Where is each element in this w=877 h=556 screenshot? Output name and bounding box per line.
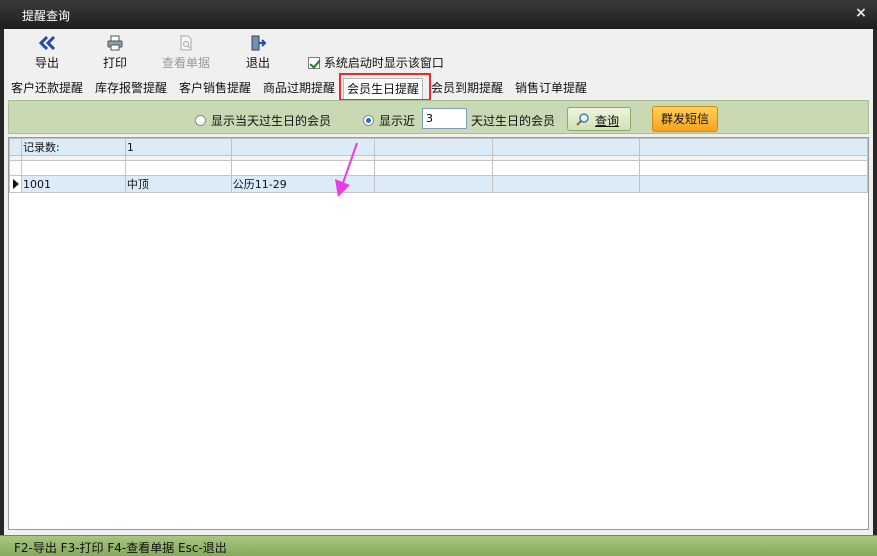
current-row-arrow-icon xyxy=(13,178,19,189)
toolbar: 导出 打印 查看单据 退出 系统启动时显示该窗口 xyxy=(4,29,873,77)
export-button[interactable]: 导出 xyxy=(32,35,62,73)
hotkey-hint: F2-导出 F3-打印 F4-查看单据 Esc-退出 xyxy=(14,541,227,555)
exit-door-icon xyxy=(251,35,267,51)
document-search-icon xyxy=(180,35,192,51)
checkbox-checked-icon xyxy=(308,57,320,69)
grid-footer: 记录数: 1 xyxy=(9,138,868,156)
window-title: 提醒查询 xyxy=(22,9,71,23)
cell-card-no[interactable]: 1001 xyxy=(20,175,126,193)
view-document-button[interactable]: 查看单据 xyxy=(161,35,211,73)
title-bar: 提醒查询 × xyxy=(0,0,877,29)
radio-today-label: 显示当天过生日的会员 xyxy=(211,114,332,128)
window-client: 导出 打印 查看单据 退出 系统启动时显示该窗口 客户还款提醒 库存报警提醒 客… xyxy=(4,29,873,537)
tab-member-expiry[interactable]: 会员到期提醒 xyxy=(428,79,506,99)
tab-stock-alarm[interactable]: 库存报警提醒 xyxy=(92,79,170,99)
status-bar: F2-导出 F3-打印 F4-查看单据 Esc-退出 xyxy=(0,535,877,556)
tab-sales-order[interactable]: 销售订单提醒 xyxy=(512,79,590,99)
autostart-label: 系统启动时显示该窗口 xyxy=(323,56,444,70)
cell-note[interactable] xyxy=(639,175,868,193)
filter-bar: 显示当天过生日的会员 显示近 天过生日的会员 查询 群发短信 xyxy=(8,100,869,134)
active-tab-highlight xyxy=(339,73,431,101)
filter-cell[interactable] xyxy=(492,160,641,176)
footer-count-label: 记录数: xyxy=(20,138,126,156)
magnifier-icon xyxy=(576,113,589,126)
tab-strip: 客户还款提醒 库存报警提醒 客户销售提醒 商品过期提醒 会员生日提醒 会员到期提… xyxy=(4,78,873,99)
tab-product-expiry[interactable]: 商品过期提醒 xyxy=(260,79,338,99)
export-label: 导出 xyxy=(34,56,59,70)
close-icon[interactable]: × xyxy=(853,5,869,21)
tab-customer-sales[interactable]: 客户销售提醒 xyxy=(176,79,254,99)
cell-address[interactable] xyxy=(492,175,641,193)
footer-indicator xyxy=(9,138,22,156)
radio-near-birthday[interactable]: 显示近 xyxy=(363,112,416,128)
filter-cell[interactable] xyxy=(20,160,126,176)
annotation-arrow-icon xyxy=(335,142,358,197)
days-input[interactable] xyxy=(422,108,467,129)
filter-cell[interactable] xyxy=(124,160,232,176)
footer-cell xyxy=(492,138,641,156)
footer-row: 记录数: 1 xyxy=(9,138,868,156)
footer-count-value: 1 xyxy=(124,138,232,156)
exit-label: 退出 xyxy=(245,56,270,70)
radio-on-icon xyxy=(363,115,374,126)
cell-member-name[interactable]: 中顶 xyxy=(124,175,232,193)
query-button[interactable]: 查询 xyxy=(567,107,631,131)
radio-today-birthday[interactable]: 显示当天过生日的会员 xyxy=(195,112,332,128)
bulk-sms-button[interactable]: 群发短信 xyxy=(652,106,718,132)
reminder-query-window: 提醒查询 × 导出 打印 查看单据 退出 系统启动时显示该窗口 客户还款提醒 库… xyxy=(0,0,877,556)
filter-cell[interactable] xyxy=(373,160,494,176)
print-button[interactable]: 打印 xyxy=(100,35,130,73)
radio-off-icon xyxy=(195,115,206,126)
table-row[interactable]: 1001 中顶 公历11-29 xyxy=(9,175,868,193)
cell-phone[interactable] xyxy=(373,175,494,193)
double-left-arrow-icon xyxy=(38,35,56,51)
radio-near-label: 显示近 xyxy=(379,114,416,128)
filter-cell[interactable] xyxy=(639,160,868,176)
print-label: 打印 xyxy=(102,56,127,70)
view-document-label: 查看单据 xyxy=(161,56,210,70)
query-label: 查询 xyxy=(595,114,620,128)
exit-button[interactable]: 退出 xyxy=(243,35,273,73)
days-suffix-label: 天过生日的会员 xyxy=(471,114,556,128)
row-indicator xyxy=(9,175,22,193)
footer-cell xyxy=(373,138,494,156)
member-birthday-grid: 会员卡号 会员姓名 会员生日 联系电话 联系地址 备注 xyxy=(8,137,869,530)
footer-cell xyxy=(639,138,868,156)
filter-cell xyxy=(9,160,22,176)
autostart-checkbox[interactable]: 系统启动时显示该窗口 xyxy=(308,54,444,70)
filter-row xyxy=(9,160,868,176)
printer-icon xyxy=(107,35,123,51)
tab-customer-repayment[interactable]: 客户还款提醒 xyxy=(8,79,86,99)
